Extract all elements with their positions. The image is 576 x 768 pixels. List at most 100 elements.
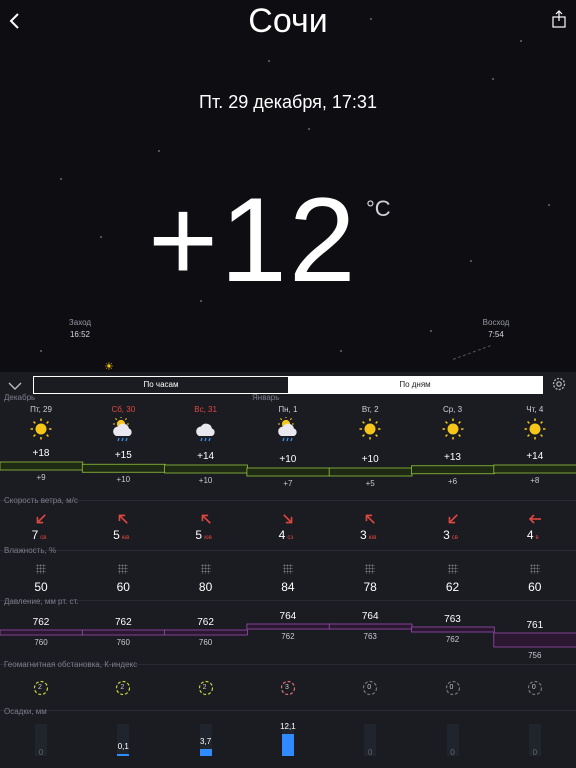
temperature-unit: °C xyxy=(366,196,391,221)
humidity-icon xyxy=(283,564,294,574)
sunset-info: Заход 16:52 xyxy=(62,318,98,339)
day-header: Пн, 1 xyxy=(278,405,298,414)
precip-bar-fill xyxy=(117,754,130,756)
humidity-value: 50 xyxy=(34,580,48,594)
wind-speed: 5 юв xyxy=(80,528,162,542)
day-temperature: +14 xyxy=(197,451,215,462)
temperature-bar xyxy=(0,461,84,471)
wind-direction: св xyxy=(40,535,47,541)
rain-cloud-icon xyxy=(191,417,221,442)
share-icon[interactable] xyxy=(552,10,568,30)
wind-speed: 4в xyxy=(492,528,574,542)
night-temperature: +6 xyxy=(447,476,458,486)
precip-bar-fill xyxy=(199,749,212,756)
star-decoration xyxy=(548,204,550,206)
precip-value: 0 xyxy=(450,748,455,757)
night-temperature: +7 xyxy=(283,479,293,488)
k-index-value: 3 xyxy=(284,684,289,691)
current-temperature: +12 xyxy=(148,173,358,307)
divider xyxy=(0,600,576,601)
wind-value: 4 xyxy=(526,528,534,542)
arrow-up-left-icon xyxy=(362,511,378,527)
wind-value: 5 xyxy=(113,528,120,542)
pressure-night-value: 760 xyxy=(34,638,48,647)
arrow-up-left-icon xyxy=(115,511,131,527)
wind-direction: в xyxy=(535,535,539,541)
wind-speed: 4 сз xyxy=(245,528,327,542)
temperature-bar xyxy=(493,464,576,474)
day-temperature: +13 xyxy=(444,451,461,463)
humidity-icon xyxy=(118,564,129,574)
day-temperature: +10 xyxy=(361,454,379,465)
pressure-night-value: 763 xyxy=(363,632,377,641)
humidity-value: 60 xyxy=(528,580,542,594)
pressure-bar xyxy=(246,623,331,630)
precip-bar-bg xyxy=(117,724,130,756)
pressure-night-value: 756 xyxy=(528,651,542,660)
wind-direction: сз xyxy=(287,535,294,541)
humidity-value: 80 xyxy=(198,580,213,594)
star-decoration xyxy=(308,128,310,130)
pressure-bar xyxy=(493,632,576,648)
day-temperature: +18 xyxy=(32,448,50,459)
geomagnetic-section-label: Геомагнитная обстановка, К-индекс xyxy=(4,660,138,669)
wind-speed: 3 св xyxy=(410,528,492,542)
night-temperature: +8 xyxy=(530,476,540,485)
k-index-value: 0 xyxy=(449,684,454,691)
sunrise-time: 7:54 xyxy=(488,330,504,339)
star-decoration xyxy=(370,18,372,20)
wind-section-label: Скорость ветра, м/с xyxy=(4,496,78,505)
precip-value: 0 xyxy=(367,748,373,757)
sun-icon xyxy=(438,417,468,441)
rain-cloud-sun-icon xyxy=(273,416,303,442)
wind-direction: юв xyxy=(204,535,212,541)
arrow-down-right-icon xyxy=(280,511,296,527)
humidity-icon xyxy=(200,564,211,574)
rain-cloud-sun-icon xyxy=(108,416,138,442)
precip-value: 12,1 xyxy=(280,722,296,731)
star-decoration xyxy=(470,260,472,262)
k-index-value: 0 xyxy=(531,684,536,691)
night-temperature: +10 xyxy=(198,476,213,485)
humidity-icon xyxy=(36,564,47,574)
star-decoration xyxy=(200,300,202,302)
star-decoration xyxy=(340,350,342,352)
sunset-label: Заход xyxy=(68,318,92,327)
pressure-day-value: 764 xyxy=(279,611,297,622)
temperature-bar xyxy=(164,464,248,474)
wind-value: 3 xyxy=(360,528,367,542)
pressure-bar xyxy=(411,626,495,633)
day-header: Чт, 4 xyxy=(526,405,544,414)
city-title: Сочи xyxy=(248,2,328,40)
wind-speed: 5 юв xyxy=(163,528,245,542)
precip-value: 0 xyxy=(532,748,538,757)
night-temperature: +9 xyxy=(36,473,46,482)
divider xyxy=(0,500,576,501)
sun-icon xyxy=(355,417,385,441)
humidity-icon xyxy=(365,564,376,574)
star-decoration xyxy=(268,60,270,62)
weather-hero: Сочи Пт. 29 декабря, 17:31 +12 °C Заход … xyxy=(0,0,576,372)
star-decoration xyxy=(100,236,102,238)
divider xyxy=(0,710,576,711)
sun-position-icon: ☀ xyxy=(104,361,114,372)
k-index-value: 0 xyxy=(367,684,372,691)
pressure-section-label: Давление, мм рт. ст. xyxy=(4,597,79,606)
temperature-bar xyxy=(328,467,413,477)
temperature-bar xyxy=(81,463,166,473)
wind-direction: юв xyxy=(121,535,130,541)
pressure-night-value: 760 xyxy=(198,638,213,647)
humidity-icon xyxy=(447,564,458,574)
pressure-day-value: 761 xyxy=(526,620,544,631)
wind-direction: св xyxy=(451,535,458,541)
day-header: Пт, 29 xyxy=(30,405,52,414)
star-decoration xyxy=(430,330,432,332)
wind-direction: юв xyxy=(368,535,377,541)
day-header: Вт, 2 xyxy=(361,405,379,414)
pressure-day-value: 762 xyxy=(32,617,50,628)
sunrise-info: Восход 7:54 xyxy=(478,318,514,339)
k-index-value: 2 xyxy=(120,684,125,691)
night-temperature: +10 xyxy=(116,475,131,485)
pressure-bar xyxy=(0,629,84,636)
sun-path-line xyxy=(452,345,492,361)
